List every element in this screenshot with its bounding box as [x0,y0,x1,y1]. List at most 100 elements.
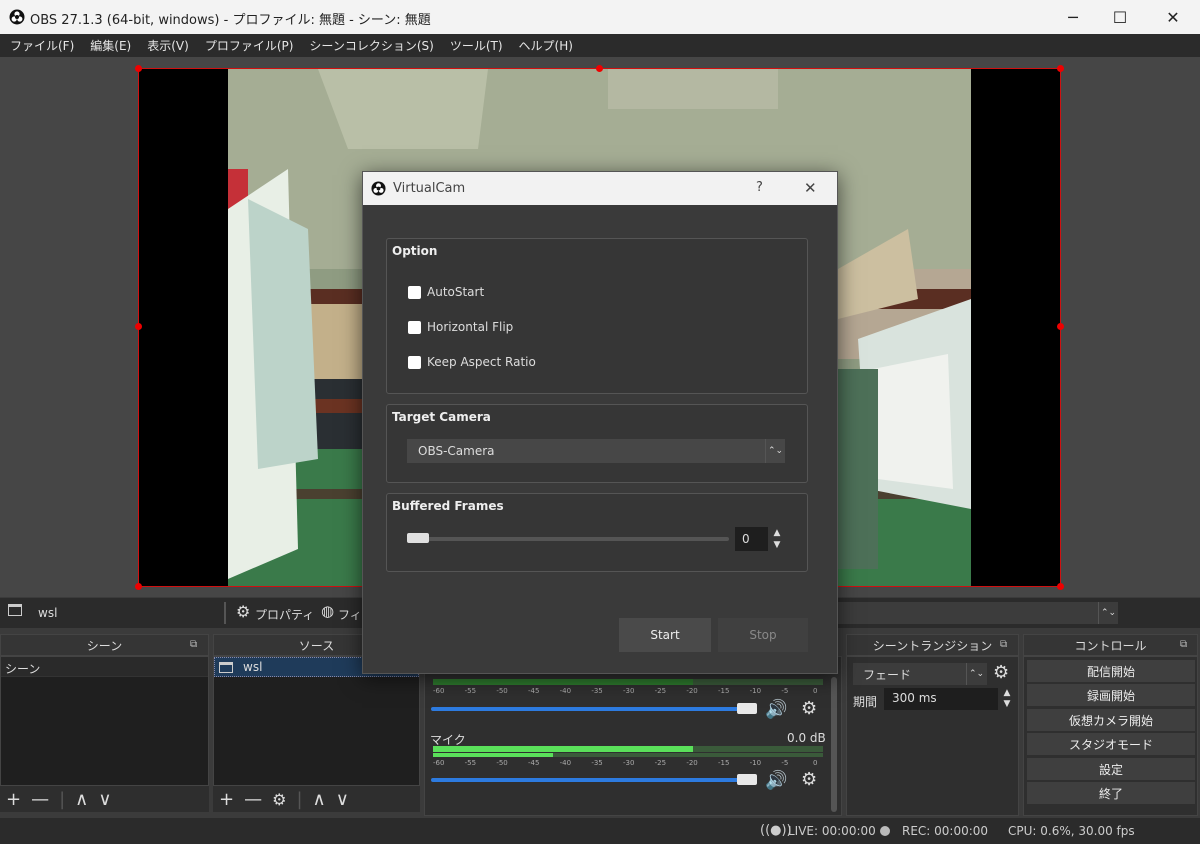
undock-icon[interactable]: ⧉ [190,639,197,650]
keep-aspect-ratio-checkbox[interactable] [408,356,421,369]
menu-file[interactable]: ファイル(F) [2,37,82,54]
status-bar: ((●)) LIVE: 00:00:00 REC: 00:00:00 CPU: … [0,818,1200,844]
speaker-icon[interactable]: 🔊 [765,699,787,720]
resize-handle[interactable] [135,65,142,72]
undock-icon[interactable]: ⧉ [1000,639,1007,650]
move-up-icon[interactable]: ∧ [75,789,88,810]
button-label: スタジオモード [1068,737,1153,752]
properties-button[interactable]: プロパティ [255,606,314,623]
level-meter [433,679,823,685]
add-icon[interactable]: + [6,789,21,810]
gear-icon[interactable]: ⚙ [801,769,817,790]
dialog-close-icon[interactable]: ✕ [804,179,817,197]
move-up-icon[interactable]: ∧ [313,789,326,810]
volume-slider-handle[interactable] [737,703,757,714]
meter-tick-label: -15 [718,687,730,695]
menu-tools[interactable]: ツール(T) [442,37,511,54]
updown-icon[interactable]: ⌃⌄ [765,439,785,463]
move-down-icon[interactable]: ∨ [98,789,111,810]
minimize-button[interactable]: ─ [1050,0,1096,34]
start-streaming-button[interactable]: 配信開始 [1027,660,1195,682]
menu-edit[interactable]: 編集(E) [82,37,139,54]
updown-icon[interactable]: ⌃⌄ [1098,602,1118,624]
meter-tick-label: -20 [686,687,698,695]
volume-slider-handle[interactable] [737,774,757,785]
meter-tick-label: -50 [496,759,508,767]
selected-source-name: wsl [38,606,58,620]
scrollbar[interactable] [831,677,837,812]
button-label: 録画開始 [1086,688,1135,703]
slider-handle[interactable] [407,533,429,543]
horizontal-flip-checkbox[interactable] [408,321,421,334]
maximize-button[interactable]: ☐ [1097,0,1143,34]
list-item[interactable]: シーン [1,657,208,677]
meter-tick-label: -40 [559,687,572,695]
sources-list: wsl [213,656,420,786]
duration-value: 300 ms [892,691,937,705]
exit-button[interactable]: 終了 [1027,782,1195,804]
remove-icon[interactable]: — [244,789,262,810]
duration-input[interactable]: 300 ms [884,688,998,710]
scenes-list: シーン [0,656,209,786]
autostart-checkbox[interactable] [408,286,421,299]
resize-handle[interactable] [1057,583,1064,590]
scenes-toolbar: + — | ∧ ∨ [0,786,209,812]
meter-tick-label: -55 [464,687,477,695]
start-recording-button[interactable]: 録画開始 [1027,684,1195,706]
target-camera-select[interactable]: OBS-Camera [407,439,785,463]
start-button[interactable]: Start [619,618,711,652]
buffered-frames-title: Buffered Frames [392,499,504,513]
start-virtual-camera-button[interactable]: 仮想カメラ開始 [1027,709,1195,731]
resize-handle[interactable] [596,65,603,72]
start-label: Start [650,628,680,642]
resize-handle[interactable] [135,583,142,590]
gear-icon[interactable]: ⚙ [993,662,1009,683]
resize-handle[interactable] [135,323,142,330]
level-meter [433,753,823,757]
live-timer: LIVE: 00:00:00 [788,824,876,838]
menu-help[interactable]: ヘルプ(H) [511,37,581,54]
menu-scene-collection[interactable]: シーンコレクション(S) [301,37,441,54]
source-select[interactable] [838,602,1098,624]
buffered-frames-stepper[interactable]: ▲ ▼ [768,527,786,551]
scene-label: シーン [5,662,41,676]
close-icon: ✕ [1166,7,1180,27]
resize-handle[interactable] [1057,65,1064,72]
volume-slider[interactable] [431,778,751,782]
resize-handle[interactable] [1057,323,1064,330]
menu-profile[interactable]: プロファイル(P) [197,37,302,54]
button-label: 仮想カメラ開始 [1068,713,1153,728]
buffered-frames-input[interactable]: 0 [735,527,768,551]
meter-scale: -60 -55 -50 -45 -40 -35 -30 -25 -20 -15 -10 -5 0 [433,687,823,697]
controls-dock-header: コントロール [1023,634,1198,656]
buffered-frames-slider[interactable] [407,537,729,541]
help-icon[interactable]: ? [756,180,763,195]
option-group-title: Option [392,244,438,258]
remove-icon[interactable]: — [31,789,49,810]
meter-tick-label: -30 [623,687,635,695]
meter-tick-label: -10 [749,759,762,767]
meter-tick-label: -60 [433,687,445,695]
button-label: 配信開始 [1086,664,1135,679]
meter-tick-label: -45 [528,759,540,767]
gear-icon[interactable]: ⚙ [801,698,817,719]
gear-icon[interactable]: ⚙ [272,790,286,809]
record-icon [880,826,890,836]
updown-icon[interactable]: ⌃⌄ [966,663,986,685]
option-group: Option AutoStart Horizontal Flip Keep As… [386,238,808,394]
volume-slider[interactable] [431,707,751,711]
duration-stepper[interactable]: ▲ ▼ [999,688,1015,710]
settings-button[interactable]: 設定 [1027,758,1195,780]
speaker-icon[interactable]: 🔊 [765,770,787,791]
meter-tick-label: -35 [591,687,603,695]
meter-tick-label: -5 [781,759,789,767]
studio-mode-button[interactable]: スタジオモード [1027,733,1195,755]
menu-view[interactable]: 表示(V) [139,37,197,54]
stop-button[interactable]: Stop [718,618,808,652]
undock-icon[interactable]: ⧉ [1180,639,1187,650]
move-down-icon[interactable]: ∨ [336,789,349,810]
meter-tick-label: -30 [623,759,635,767]
close-button[interactable]: ✕ [1150,0,1196,34]
toolbar-divider [224,602,226,624]
add-icon[interactable]: + [219,789,234,810]
